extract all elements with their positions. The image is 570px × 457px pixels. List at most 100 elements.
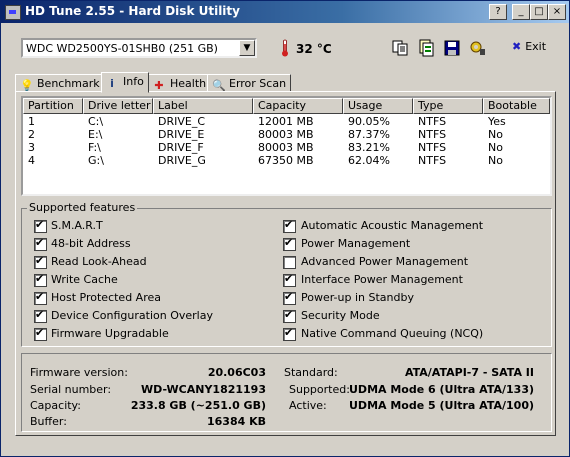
minimize-button[interactable]: _ bbox=[512, 4, 530, 20]
feature-right-checkbox[interactable] bbox=[283, 218, 296, 233]
capacity-label: Capacity: bbox=[30, 399, 81, 412]
buffer-label: Buffer: bbox=[30, 415, 67, 428]
tab-info[interactable]: i Info bbox=[101, 72, 149, 93]
cell-type: NTFS bbox=[418, 154, 447, 167]
cell-type: NTFS bbox=[418, 141, 447, 154]
tab-benchmark[interactable]: 💡 Benchmark bbox=[15, 74, 102, 92]
buffer-value: 16384 KB bbox=[206, 415, 266, 428]
column-header-drive-letter[interactable]: Drive letter bbox=[83, 98, 153, 114]
help-button[interactable]: ? bbox=[489, 4, 507, 20]
feature-right-label: Interface Power Management bbox=[301, 273, 463, 286]
firmware-label: Firmware version: bbox=[30, 366, 128, 379]
cell-label: DRIVE_E bbox=[158, 128, 205, 141]
column-header-capacity[interactable]: Capacity bbox=[253, 98, 343, 114]
status-bar bbox=[1, 440, 569, 456]
supported-mode-value: UDMA Mode 6 (Ultra ATA/133) bbox=[349, 383, 534, 396]
capacity-value: 233.8 GB (~251.0 GB) bbox=[130, 399, 266, 412]
window-title: HD Tune 2.55 - Hard Disk Utility bbox=[25, 4, 240, 18]
column-header-label[interactable]: Label bbox=[153, 98, 253, 114]
cell-label: DRIVE_C bbox=[158, 115, 206, 128]
feature-left-label: 48-bit Address bbox=[51, 237, 131, 250]
cell-capacity: 67350 MB bbox=[258, 154, 314, 167]
feature-left-checkbox[interactable] bbox=[34, 272, 47, 287]
feature-left-checkbox[interactable] bbox=[34, 308, 47, 323]
tab-label: Benchmark bbox=[37, 77, 100, 90]
serial-label: Serial number: bbox=[30, 383, 112, 396]
thermometer-icon bbox=[282, 39, 288, 57]
drive-select[interactable]: WDC WD2500YS-01SHB0 (251 GB) ▼ bbox=[21, 38, 257, 58]
feature-left-label: S.M.A.R.T bbox=[51, 219, 103, 232]
save-icon[interactable] bbox=[443, 39, 461, 57]
feature-left-checkbox[interactable] bbox=[34, 290, 47, 305]
feature-left-label: Firmware Upgradable bbox=[51, 327, 169, 340]
cell-bootable: No bbox=[488, 154, 503, 167]
feature-right-label: Native Command Queuing (NCQ) bbox=[301, 327, 484, 340]
partition-list[interactable]: Partition Drive letter Label Capacity Us… bbox=[21, 96, 552, 196]
cell-bootable: No bbox=[488, 128, 503, 141]
supported-mode-label: Supported: bbox=[289, 383, 350, 396]
feature-right-checkbox[interactable] bbox=[283, 256, 296, 269]
tab-label: Error Scan bbox=[229, 77, 287, 90]
feature-right-checkbox[interactable] bbox=[283, 290, 296, 305]
cell-drive-letter: C:\ bbox=[88, 115, 104, 128]
cell-bootable: No bbox=[488, 141, 503, 154]
toolbar: WDC WD2500YS-01SHB0 (251 GB) ▼ 32 °C ✖ E… bbox=[15, 34, 555, 68]
tab-health[interactable]: ✚ Health bbox=[148, 74, 208, 92]
exit-button[interactable]: ✖ Exit bbox=[512, 40, 546, 53]
supported-features-title: Supported features bbox=[27, 201, 138, 214]
maximize-button[interactable]: □ bbox=[530, 4, 548, 20]
cell-label: DRIVE_G bbox=[158, 154, 206, 167]
tab-label: Info bbox=[123, 75, 144, 88]
cell-partition: 3 bbox=[28, 141, 35, 154]
cell-partition: 1 bbox=[28, 115, 35, 128]
temperature-readout: 32 °C bbox=[296, 42, 332, 56]
options-icon[interactable] bbox=[469, 39, 487, 57]
cell-drive-letter: G:\ bbox=[88, 154, 104, 167]
copy-icon[interactable] bbox=[391, 39, 409, 57]
close-button[interactable]: × bbox=[548, 4, 566, 20]
column-header-usage[interactable]: Usage bbox=[343, 98, 413, 114]
feature-left-label: Device Configuration Overlay bbox=[51, 309, 213, 322]
tab-label: Health bbox=[170, 77, 207, 90]
firmware-value: 20.06C03 bbox=[207, 366, 266, 379]
copy-all-icon[interactable] bbox=[417, 39, 435, 57]
exit-label: Exit bbox=[525, 40, 547, 53]
feature-left-checkbox[interactable] bbox=[34, 326, 47, 341]
app-window: HD Tune 2.55 - Hard Disk Utility ? _ □ ×… bbox=[0, 0, 570, 457]
cell-partition: 2 bbox=[28, 128, 35, 141]
column-header-bootable[interactable]: Bootable bbox=[483, 98, 550, 114]
column-header-partition[interactable]: Partition bbox=[23, 98, 83, 114]
column-header-type[interactable]: Type bbox=[413, 98, 483, 114]
cell-usage: 90.05% bbox=[348, 115, 390, 128]
feature-right-checkbox[interactable] bbox=[283, 272, 296, 287]
tab-error-scan[interactable]: 🔍 Error Scan bbox=[207, 74, 291, 92]
serial-value: WD-WCANY1821193 bbox=[140, 383, 266, 396]
chevron-down-icon[interactable]: ▼ bbox=[239, 40, 255, 56]
cell-bootable: Yes bbox=[488, 115, 506, 128]
cell-drive-letter: E:\ bbox=[88, 128, 103, 141]
feature-right-checkbox[interactable] bbox=[283, 236, 296, 251]
active-mode-label: Active: bbox=[289, 399, 327, 412]
close-icon: ✖ bbox=[512, 40, 522, 53]
feature-right-label: Power-up in Standby bbox=[301, 291, 414, 304]
feature-left-checkbox[interactable] bbox=[34, 254, 47, 269]
cell-drive-letter: F:\ bbox=[88, 141, 101, 154]
drive-info-group: Firmware version: 20.06C03 Serial number… bbox=[21, 353, 552, 432]
cell-partition: 4 bbox=[28, 154, 35, 167]
feature-right-label: Power Management bbox=[301, 237, 411, 250]
cell-usage: 87.37% bbox=[348, 128, 390, 141]
feature-right-label: Advanced Power Management bbox=[301, 255, 469, 268]
cell-usage: 83.21% bbox=[348, 141, 390, 154]
feature-left-label: Read Look-Ahead bbox=[51, 255, 147, 268]
standard-value: ATA/ATAPI-7 - SATA II bbox=[404, 366, 534, 379]
cell-capacity: 80003 MB bbox=[258, 128, 314, 141]
cell-usage: 62.04% bbox=[348, 154, 390, 167]
feature-right-checkbox[interactable] bbox=[283, 308, 296, 323]
feature-right-label: Automatic Acoustic Management bbox=[301, 219, 484, 232]
feature-right-checkbox[interactable] bbox=[283, 326, 296, 341]
info-icon: i bbox=[110, 77, 114, 90]
feature-left-checkbox[interactable] bbox=[34, 236, 47, 251]
feature-left-checkbox[interactable] bbox=[34, 218, 47, 233]
standard-label: Standard: bbox=[284, 366, 338, 379]
title-bar[interactable]: HD Tune 2.55 - Hard Disk Utility ? _ □ × bbox=[1, 1, 569, 23]
